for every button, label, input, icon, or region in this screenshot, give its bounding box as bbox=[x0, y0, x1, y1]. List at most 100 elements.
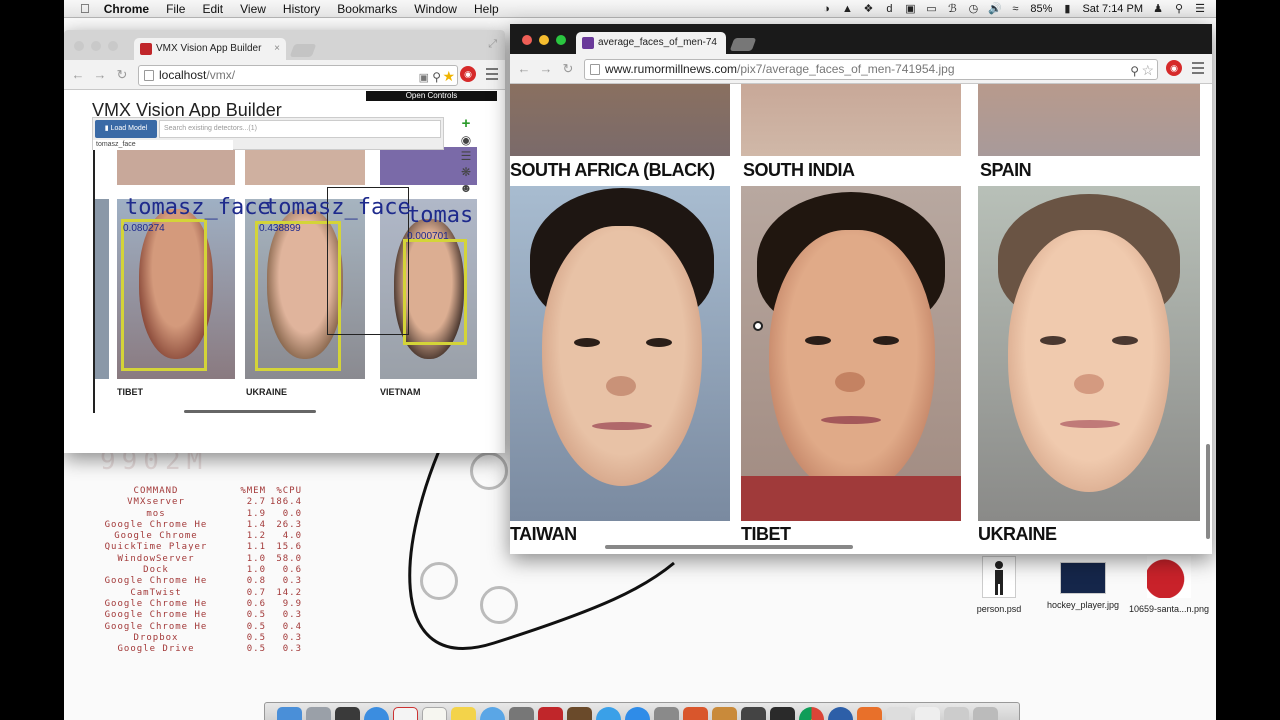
grapher-icon[interactable] bbox=[741, 706, 766, 720]
iphoto-icon[interactable] bbox=[567, 706, 592, 720]
camera-icon[interactable]: ▣ bbox=[419, 69, 429, 88]
zoom-window-button[interactable] bbox=[108, 41, 118, 51]
address-bar[interactable]: www.rumormillnews.com/pix7/average_faces… bbox=[584, 59, 1158, 80]
address-bar[interactable]: localhost/vmx/ ▣ ⚲ ★ bbox=[138, 65, 458, 86]
skype-icon[interactable]: ◑ bbox=[820, 3, 832, 15]
fullscreen-icon[interactable]: ⤢ bbox=[488, 38, 497, 51]
volume-icon[interactable]: 🔊 bbox=[988, 3, 1002, 15]
process-mem: 2.7 bbox=[246, 497, 266, 508]
quicktime-icon[interactable] bbox=[828, 706, 853, 720]
menu-history[interactable]: History bbox=[283, 2, 320, 16]
close-window-button[interactable] bbox=[74, 41, 84, 51]
spotlight-icon[interactable]: ⚲ bbox=[1173, 3, 1185, 15]
menu-bookmarks[interactable]: Bookmarks bbox=[337, 2, 397, 16]
detector-dropdown-item[interactable]: tomasz_face bbox=[93, 140, 233, 150]
open-controls-button[interactable]: Open Controls bbox=[366, 91, 497, 101]
horizontal-scrollbar[interactable] bbox=[605, 545, 853, 549]
reload-button[interactable]: ↻ bbox=[560, 61, 576, 77]
downloads-stack-icon[interactable] bbox=[944, 706, 969, 720]
system-preferences-icon[interactable] bbox=[654, 706, 679, 720]
process-cpu: 0.3 bbox=[282, 576, 302, 587]
minimize-window-button[interactable] bbox=[91, 41, 101, 51]
clock[interactable]: Sat 7:14 PM bbox=[1082, 3, 1143, 15]
documents-stack-icon[interactable] bbox=[915, 706, 940, 720]
add-icon[interactable]: + bbox=[462, 116, 471, 131]
launchpad-icon[interactable] bbox=[306, 706, 331, 720]
chrome-menu-icon[interactable] bbox=[1192, 62, 1204, 74]
desktop-icon-hockey-player[interactable]: hockey_player.jpg bbox=[1038, 556, 1128, 610]
screen:  Chrome File Edit View History Bookmark… bbox=[64, 0, 1216, 720]
notification-center-icon[interactable]: ☰ bbox=[1194, 3, 1206, 15]
app-store-icon[interactable] bbox=[625, 706, 650, 720]
load-model-button[interactable]: ▮ Load Model bbox=[95, 120, 157, 138]
calendar-icon[interactable] bbox=[393, 706, 418, 720]
reload-button[interactable]: ↻ bbox=[114, 67, 130, 83]
user-icon[interactable]: ♟ bbox=[1152, 3, 1164, 15]
desktop-icon-person-psd[interactable]: person.psd bbox=[954, 556, 1044, 614]
dropbox-icon[interactable]: ❖ bbox=[862, 3, 874, 15]
new-tab-button[interactable] bbox=[729, 38, 757, 51]
tab-vmx[interactable]: VMX Vision App Builder × bbox=[134, 38, 286, 60]
back-button[interactable]: ← bbox=[516, 61, 532, 77]
battery-icon[interactable]: ▮ bbox=[1061, 3, 1073, 15]
github-icon[interactable]: ☻ bbox=[460, 181, 473, 195]
tab-average-faces[interactable]: average_faces_of_men-74 bbox=[576, 32, 726, 54]
zoom-icon[interactable]: ⚲ bbox=[432, 68, 441, 87]
minimize-window-button[interactable] bbox=[539, 35, 549, 45]
bookmark-star-icon[interactable]: ★ bbox=[442, 67, 455, 86]
eye-icon[interactable]: ◉ bbox=[461, 133, 471, 147]
process-cpu: 186.4 bbox=[269, 497, 302, 508]
new-tab-button[interactable] bbox=[289, 44, 317, 57]
apple-menu-icon[interactable]:  bbox=[80, 1, 90, 16]
list-icon[interactable]: ☰ bbox=[461, 149, 472, 163]
folder-icon[interactable] bbox=[886, 706, 911, 720]
menu-file[interactable]: File bbox=[166, 2, 185, 16]
airplay-icon[interactable]: ▭ bbox=[925, 3, 937, 15]
horizontal-scrollbar[interactable] bbox=[184, 410, 316, 413]
trash-icon[interactable] bbox=[973, 706, 998, 720]
time-machine-icon[interactable]: ◷ bbox=[967, 3, 979, 15]
bookmark-star-icon[interactable]: ☆ bbox=[1141, 61, 1154, 80]
finder-icon[interactable] bbox=[277, 706, 302, 720]
matlab-icon[interactable] bbox=[857, 706, 882, 720]
bug-icon[interactable]: ❋ bbox=[461, 165, 471, 179]
tab-close-icon[interactable]: × bbox=[274, 38, 280, 60]
battery-percent[interactable]: 85% bbox=[1030, 3, 1052, 15]
extension-icon[interactable]: ◉ bbox=[460, 66, 476, 82]
wifi-icon[interactable]: ≈ bbox=[1009, 3, 1021, 15]
app-menu[interactable]: Chrome bbox=[104, 2, 149, 16]
keynote-icon[interactable] bbox=[712, 706, 737, 720]
close-window-button[interactable] bbox=[522, 35, 532, 45]
page-icon bbox=[590, 64, 600, 75]
drive-icon[interactable]: ▲ bbox=[841, 3, 853, 15]
photo-booth-icon[interactable] bbox=[538, 706, 563, 720]
forward-button[interactable]: → bbox=[92, 67, 108, 83]
itunes-icon[interactable] bbox=[596, 706, 621, 720]
vertical-scrollbar[interactable] bbox=[1206, 444, 1210, 539]
menu-window[interactable]: Window bbox=[414, 2, 457, 16]
video-canvas[interactable]: TIBET UKRAINE VIETNAM tomasz_face tomasz… bbox=[93, 147, 477, 413]
screen-icon[interactable]: ▣ bbox=[904, 3, 916, 15]
imovie-icon[interactable] bbox=[770, 706, 795, 720]
chrome-menu-icon[interactable] bbox=[486, 68, 498, 80]
menu-help[interactable]: Help bbox=[474, 2, 499, 16]
menu-view[interactable]: View bbox=[240, 2, 266, 16]
back-button[interactable]: ← bbox=[70, 67, 86, 83]
forward-button[interactable]: → bbox=[538, 61, 554, 77]
detector-search-input[interactable]: Search existing detectors...(1) bbox=[159, 120, 441, 138]
menu-edit[interactable]: Edit bbox=[202, 2, 223, 16]
mission-control-icon[interactable] bbox=[335, 706, 360, 720]
help-icon[interactable] bbox=[683, 706, 708, 720]
dashlane-icon[interactable]: d bbox=[883, 3, 895, 15]
bluetooth-icon[interactable]: ℬ bbox=[946, 3, 958, 15]
facetime-icon[interactable] bbox=[509, 706, 534, 720]
extension-icon[interactable]: ◉ bbox=[1166, 60, 1182, 76]
safari-icon[interactable] bbox=[364, 706, 389, 720]
notes-icon[interactable] bbox=[422, 706, 447, 720]
zoom-window-button[interactable] bbox=[556, 35, 566, 45]
stickies-icon[interactable] bbox=[451, 706, 476, 720]
zoom-icon[interactable]: ⚲ bbox=[1130, 62, 1139, 81]
desktop-icon-santa[interactable]: 10659-santa...n.png bbox=[1124, 556, 1214, 614]
messages-icon[interactable] bbox=[480, 706, 505, 720]
chrome-icon[interactable] bbox=[799, 706, 824, 720]
